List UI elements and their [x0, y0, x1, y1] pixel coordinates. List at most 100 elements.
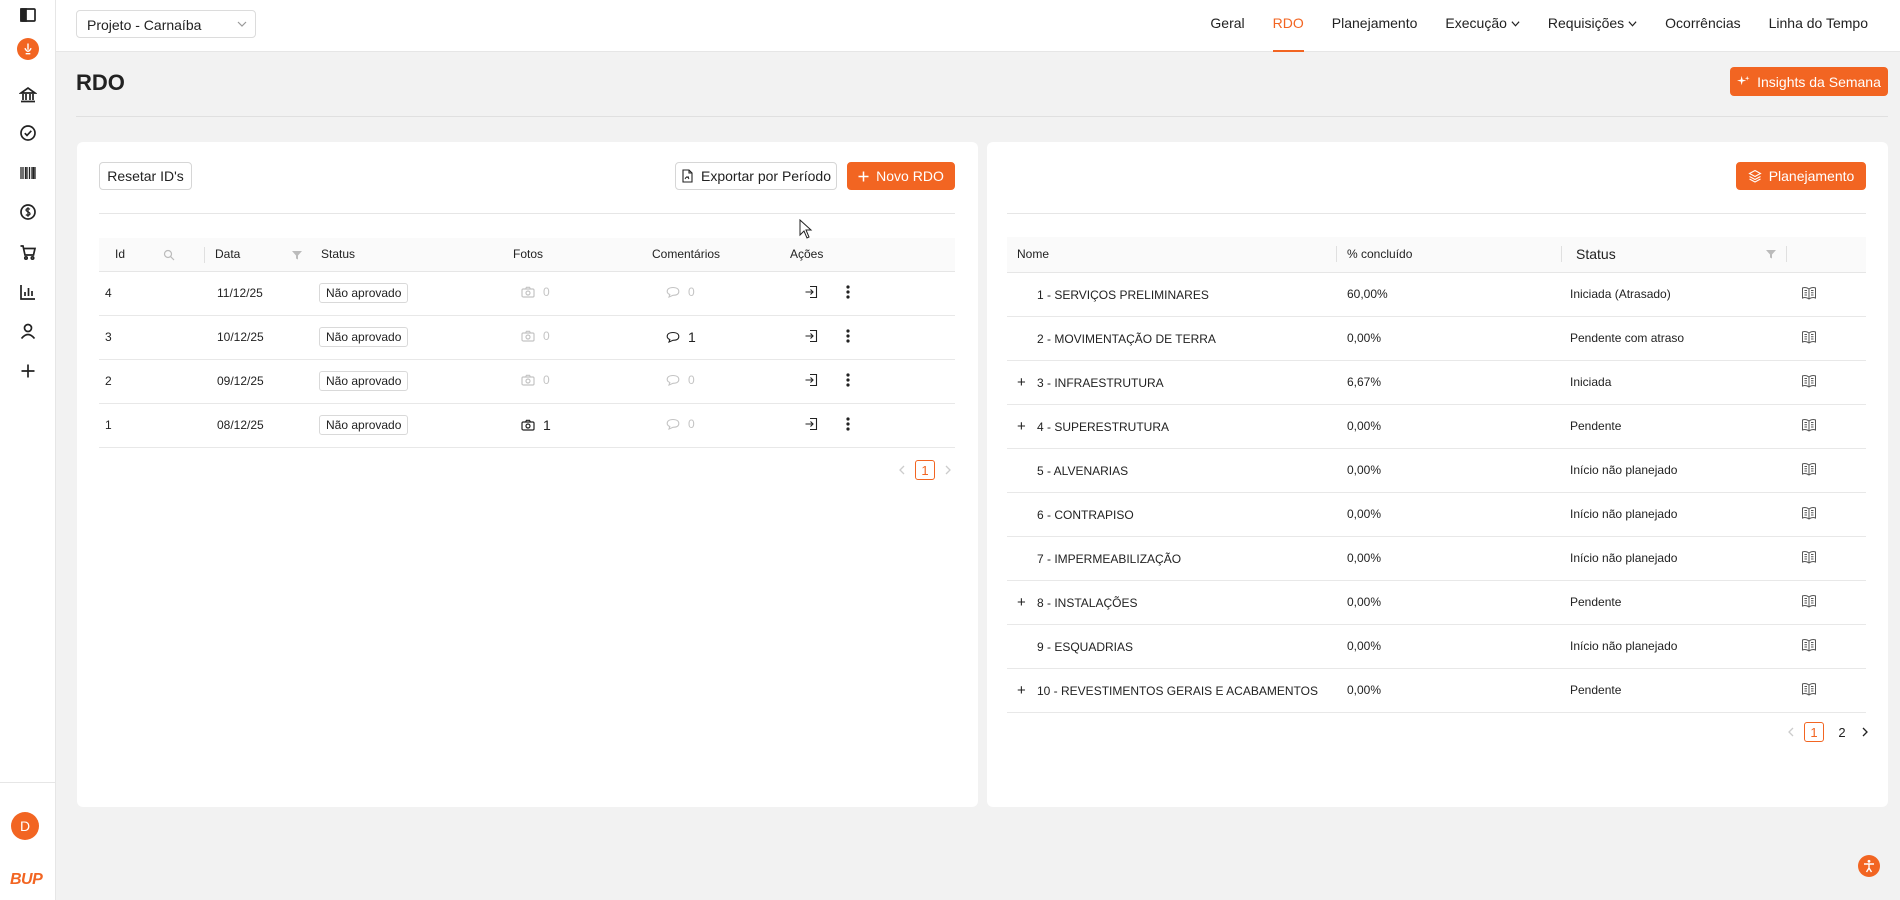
- camera-icon: [521, 419, 535, 431]
- open-book-icon[interactable]: [1801, 682, 1817, 696]
- open-book-icon[interactable]: [1801, 286, 1817, 300]
- app-logo-icon[interactable]: [17, 38, 39, 60]
- more-vertical-icon[interactable]: [846, 416, 850, 431]
- open-book-icon[interactable]: [1801, 550, 1817, 564]
- table-row[interactable]: 4 11/12/25 Não aprovado 0 0: [99, 271, 955, 316]
- open-book-icon[interactable]: [1801, 594, 1817, 608]
- project-select[interactable]: Projeto - Carnaíba: [76, 10, 256, 38]
- photos-count[interactable]: 1: [521, 417, 551, 433]
- page-1-button[interactable]: 1: [915, 460, 935, 480]
- table-row[interactable]: +4 - SUPERESTRUTURA 0,00% Pendente: [1007, 404, 1866, 449]
- row-date: 09/12/25: [217, 374, 264, 388]
- photos-count[interactable]: 0: [521, 373, 550, 387]
- page-1-button[interactable]: 1: [1804, 722, 1824, 742]
- table-row[interactable]: +3 - INFRAESTRUTURA 6,67% Iniciada: [1007, 360, 1866, 405]
- table-row[interactable]: +6 - CONTRAPISO0,00%Início não planejado: [1007, 492, 1866, 537]
- open-book-icon[interactable]: [1801, 330, 1817, 344]
- col-comments: Comentários: [642, 238, 780, 272]
- table-row[interactable]: +7 - IMPERMEABILIZAÇÃO0,00%Início não pl…: [1007, 536, 1866, 581]
- photos-count[interactable]: 0: [521, 329, 550, 343]
- check-circle-icon[interactable]: [17, 122, 39, 144]
- toolbar-divider: [99, 213, 955, 214]
- photos-count[interactable]: 0: [521, 285, 550, 299]
- expand-icon[interactable]: +: [1017, 682, 1031, 699]
- more-vertical-icon[interactable]: [846, 372, 850, 387]
- login-icon[interactable]: [804, 285, 818, 299]
- new-rdo-button[interactable]: Novo RDO: [847, 162, 955, 190]
- table-row[interactable]: 2 09/12/25 Não aprovado 0 0: [99, 359, 955, 404]
- insights-button[interactable]: Insights da Semana: [1730, 67, 1888, 96]
- table-row[interactable]: 1 08/12/25 Não aprovado 1 0: [99, 403, 955, 448]
- task-name: 7 - IMPERMEABILIZAÇÃO: [1037, 551, 1182, 566]
- table-row[interactable]: +8 - INSTALAÇÕES 0,00% Pendente: [1007, 580, 1866, 625]
- chevron-left-icon[interactable]: [897, 465, 907, 475]
- more-vertical-icon[interactable]: [846, 328, 850, 343]
- barcode-icon[interactable]: [17, 162, 39, 184]
- open-book-icon[interactable]: [1801, 638, 1817, 652]
- nav-item[interactable]: Requisições: [1534, 0, 1651, 52]
- comments-count[interactable]: 1: [666, 329, 696, 345]
- table-row[interactable]: +2 - MOVIMENTAÇÃO DE TERRA0,00%Pendente …: [1007, 316, 1866, 361]
- table-row[interactable]: +5 - ALVENARIAS0,00%Início não planejado: [1007, 448, 1866, 493]
- table-row[interactable]: 3 10/12/25 Não aprovado 0 1: [99, 315, 955, 360]
- open-book-icon[interactable]: [1801, 506, 1817, 520]
- task-status: Pendente com atraso: [1570, 331, 1685, 345]
- nav-item-label: Planejamento: [1331, 15, 1418, 31]
- cart-icon[interactable]: [17, 241, 39, 263]
- accessibility-button[interactable]: [1858, 855, 1880, 877]
- nav-item-label: Requisições: [1547, 15, 1625, 31]
- bank-icon[interactable]: [17, 84, 39, 106]
- task-percent: 60,00%: [1347, 287, 1388, 301]
- search-icon[interactable]: [163, 249, 175, 261]
- status-badge: Não aprovado: [319, 283, 409, 303]
- reset-ids-button[interactable]: Resetar ID's: [99, 162, 192, 190]
- login-icon[interactable]: [804, 417, 818, 431]
- open-book-icon[interactable]: [1801, 374, 1817, 388]
- expand-icon[interactable]: +: [1017, 374, 1031, 391]
- sidebar-toggle-icon[interactable]: [17, 4, 39, 26]
- open-book-icon[interactable]: [1801, 418, 1817, 432]
- task-percent: 0,00%: [1347, 463, 1382, 477]
- comment-icon: [666, 331, 680, 343]
- nav-item[interactable]: Ocorrências: [1651, 0, 1754, 52]
- chevron-down-icon: [237, 21, 247, 27]
- expand-icon[interactable]: +: [1017, 594, 1031, 611]
- table-row[interactable]: +9 - ESQUADRIAS0,00%Início não planejado: [1007, 624, 1866, 669]
- chevron-left-icon[interactable]: [1786, 727, 1796, 737]
- nav-item[interactable]: RDO: [1259, 0, 1318, 52]
- comments-count[interactable]: 0: [666, 285, 695, 299]
- camera-icon: [521, 330, 535, 342]
- col-plan-status-label: Status: [1576, 246, 1616, 263]
- rdo-table: Id Data Status Fotos Comentários Ações 4…: [99, 238, 955, 448]
- login-icon[interactable]: [804, 329, 818, 343]
- filter-icon[interactable]: [1765, 248, 1777, 260]
- pdf-file-icon: [682, 169, 693, 183]
- dollar-icon[interactable]: [17, 201, 39, 223]
- user-icon[interactable]: [17, 320, 39, 342]
- nav-item[interactable]: Geral: [1196, 0, 1258, 52]
- photos-count-value: 0: [543, 373, 550, 387]
- chevron-right-icon[interactable]: [1860, 727, 1870, 737]
- open-book-icon[interactable]: [1801, 462, 1817, 476]
- login-icon[interactable]: [804, 373, 818, 387]
- nav-item[interactable]: Linha do Tempo: [1755, 0, 1882, 52]
- comments-count[interactable]: 0: [666, 373, 695, 387]
- chevron-down-icon: [1628, 21, 1637, 27]
- planning-button[interactable]: Planejamento: [1736, 162, 1866, 190]
- nav-item[interactable]: Execução: [1431, 0, 1533, 52]
- avatar[interactable]: D: [11, 812, 39, 840]
- plus-icon[interactable]: [17, 360, 39, 382]
- row-date: 11/12/25: [217, 286, 263, 300]
- expand-icon[interactable]: +: [1017, 418, 1031, 435]
- table-row[interactable]: +1 - SERVIÇOS PRELIMINARES60,00%Iniciada…: [1007, 272, 1866, 317]
- filter-icon[interactable]: [291, 249, 303, 261]
- page-2-button[interactable]: 2: [1832, 722, 1852, 742]
- nav-item[interactable]: Planejamento: [1318, 0, 1432, 52]
- comments-count[interactable]: 0: [666, 417, 695, 431]
- bar-chart-icon[interactable]: [17, 281, 39, 303]
- sparkle-icon: [1737, 75, 1750, 86]
- table-row[interactable]: +10 - REVESTIMENTOS GERAIS E ACABAMENTOS…: [1007, 668, 1866, 713]
- chevron-right-icon[interactable]: [943, 465, 953, 475]
- export-period-button[interactable]: Exportar por Período: [675, 162, 837, 190]
- more-vertical-icon[interactable]: [846, 284, 850, 299]
